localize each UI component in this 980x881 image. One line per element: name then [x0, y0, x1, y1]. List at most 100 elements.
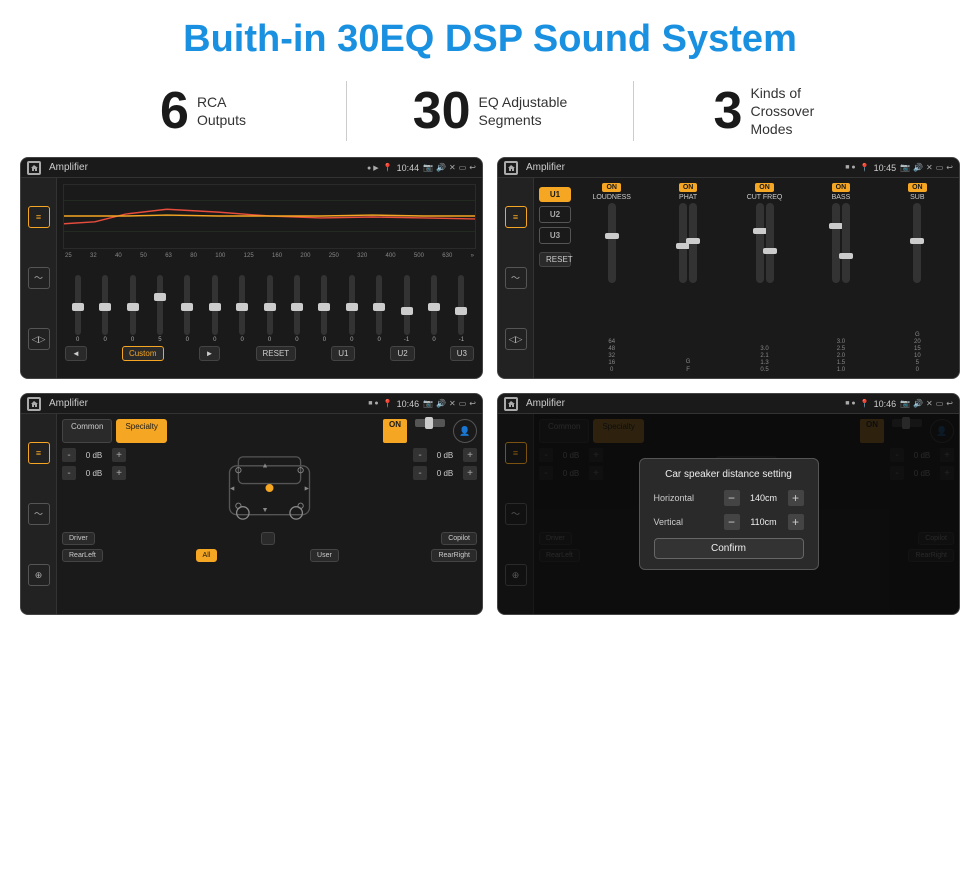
sidebar-wave-icon-2[interactable]: 〜: [505, 267, 527, 289]
vol-minus-2[interactable]: -: [62, 466, 76, 480]
sidebar-vol-icon-2[interactable]: ◁▷: [505, 328, 527, 350]
sidebar-eq-icon-3[interactable]: ≡: [28, 442, 50, 464]
sidebar-eq-icon[interactable]: ≡: [28, 206, 50, 228]
vol-val-3: 0 dB: [430, 451, 460, 460]
sidebar-vol-icon[interactable]: ◁▷: [28, 328, 50, 350]
preset-u3[interactable]: U3: [539, 227, 571, 244]
eq-custom-btn[interactable]: Custom: [122, 346, 164, 361]
vol-plus-4[interactable]: +: [463, 466, 477, 480]
btn-user[interactable]: User: [310, 549, 339, 562]
crossover-main: U1 U2 U3 RESET ON LOUDNESS: [534, 178, 959, 378]
eq-u2-btn[interactable]: U2: [390, 346, 414, 361]
speaker-tabs: Common Specialty ON 👤: [62, 419, 477, 443]
status-bar-3: Amplifier ■ ● 📍 10:46 📷🔊✕▭↩: [21, 394, 482, 414]
eq-u1-btn[interactable]: U1: [331, 346, 355, 361]
tab-common[interactable]: Common: [62, 419, 112, 443]
dialog-vertical-label: Vertical: [654, 517, 684, 527]
fader-slider[interactable]: [415, 419, 445, 427]
status-icons-1: 📷🔊✕▭↩: [423, 163, 476, 172]
eq-main: 25 32 40 50 63 80 100 125 160 200 250 32…: [57, 178, 482, 378]
screen3-title: Amplifier: [49, 398, 364, 409]
screen4-content: ≡ 〜 ⊕ Common Specialty ON 👤: [498, 414, 959, 614]
vol-minus-4[interactable]: -: [413, 466, 427, 480]
dialog-horizontal-plus[interactable]: +: [788, 490, 804, 506]
screen4-title: Amplifier: [526, 398, 841, 409]
slider-10: 0: [339, 275, 364, 343]
screen3-time: 10:46: [397, 399, 420, 409]
dialog-horizontal-minus[interactable]: −: [724, 490, 740, 506]
stat-eq: 30 EQ Adjustable Segments: [347, 85, 633, 137]
btn-all[interactable]: All: [196, 549, 218, 562]
screen2-content: ≡ 〜 ◁▷ U1 U2 U3 RESET ON LOUDNESS: [498, 178, 959, 378]
stat-number-crossover: 3: [714, 85, 743, 137]
slider-14: -1: [449, 275, 474, 343]
sidebar-wave-icon[interactable]: 〜: [28, 267, 50, 289]
stat-label-rca: RCA Outputs: [197, 93, 246, 129]
eq-prev-btn[interactable]: ◄: [65, 346, 87, 361]
stat-label-crossover: Kinds of Crossover Modes: [750, 84, 840, 139]
speaker-btn-row-2: RearLeft All User RearRight: [62, 549, 477, 562]
right-vol-col: - 0 dB + - 0 dB +: [413, 448, 477, 528]
vol-minus-1[interactable]: -: [62, 448, 76, 462]
screen4-time: 10:46: [874, 399, 897, 409]
speaker-profile-icon[interactable]: 👤: [453, 419, 477, 443]
btn-rearright[interactable]: RearRight: [431, 549, 477, 562]
eq-u3-btn[interactable]: U3: [450, 346, 474, 361]
slider-6: 0: [229, 275, 254, 343]
dialog-horizontal-control: − 140cm +: [724, 490, 804, 506]
stat-crossover: 3 Kinds of Crossover Modes: [634, 84, 920, 139]
sidebar-eq-icon-2[interactable]: ≡: [505, 206, 527, 228]
screen-dialog: Amplifier ■ ● 📍 10:46 📷🔊✕▭↩ ≡ 〜 ⊕ Common…: [497, 393, 960, 615]
vol-minus-3[interactable]: -: [413, 448, 427, 462]
screen1-time: 10:44: [397, 163, 420, 173]
slider-5: 0: [202, 275, 227, 343]
screen3-sidebar: ≡ 〜 ⊕: [21, 414, 57, 614]
dialog-vertical-minus[interactable]: −: [724, 514, 740, 530]
crossover-reset[interactable]: RESET: [539, 252, 571, 267]
stats-row: 6 RCA Outputs 30 EQ Adjustable Segments …: [0, 71, 980, 157]
btn-copilot[interactable]: Copilot: [441, 532, 477, 545]
screen-crossover: Amplifier ■ ● 📍 10:45 📷🔊✕▭↩ ≡ 〜 ◁▷ U1 U2…: [497, 157, 960, 379]
page-title: Buith-in 30EQ DSP Sound System: [0, 0, 980, 71]
sidebar-expand-icon-3[interactable]: ⊕: [28, 564, 50, 586]
screen2-time: 10:45: [874, 163, 897, 173]
home-icon: [27, 161, 41, 175]
eq-reset-btn[interactable]: RESET: [256, 346, 297, 361]
eq-sliders: 0 0 0 5 0: [63, 263, 476, 343]
btn-driver[interactable]: Driver: [62, 532, 95, 545]
vol-plus-1[interactable]: +: [112, 448, 126, 462]
preset-u1[interactable]: U1: [539, 187, 571, 202]
status-icons-3: 📷🔊✕▭↩: [423, 399, 476, 408]
screen1-content: ≡ 〜 ◁▷: [21, 178, 482, 378]
loudness-on: ON: [602, 183, 621, 192]
slider-13: 0: [421, 275, 446, 343]
btn-rearleft[interactable]: RearLeft: [62, 549, 103, 562]
dialog-horizontal-row: Horizontal − 140cm +: [654, 490, 804, 506]
vol-plus-3[interactable]: +: [463, 448, 477, 462]
car-diagram: ▲ ▼ ◄ ►: [132, 448, 407, 528]
speaker-btn-row: Driver Copilot: [62, 532, 477, 545]
tab-specialty[interactable]: Specialty: [116, 419, 166, 443]
dialog-box: Car speaker distance setting Horizontal …: [639, 458, 819, 570]
status-icons-4: 📷🔊✕▭↩: [900, 399, 953, 408]
stat-number-eq: 30: [413, 85, 471, 137]
sidebar-wave-icon-3[interactable]: 〜: [28, 503, 50, 525]
col-sub: ON SUB G20151050: [881, 183, 954, 373]
slider-3: 5: [147, 275, 172, 343]
screen-eq: Amplifier ● ▶ 📍 10:44 📷🔊✕▭↩ ≡ 〜 ◁▷: [20, 157, 483, 379]
slider-2: 0: [120, 275, 145, 343]
eq-play-btn[interactable]: ►: [199, 346, 221, 361]
vol-row-1: - 0 dB +: [62, 448, 126, 462]
preset-u2[interactable]: U2: [539, 206, 571, 223]
svg-text:▼: ▼: [262, 506, 269, 514]
screen-speaker: Amplifier ■ ● 📍 10:46 📷🔊✕▭↩ ≡ 〜 ⊕ Common…: [20, 393, 483, 615]
status-bar-1: Amplifier ● ▶ 📍 10:44 📷🔊✕▭↩: [21, 158, 482, 178]
screen1-sidebar: ≡ 〜 ◁▷: [21, 178, 57, 378]
bass-on: ON: [832, 183, 851, 192]
speaker-main: Common Specialty ON 👤 - 0 dB: [57, 414, 482, 614]
dialog-vertical-plus[interactable]: +: [788, 514, 804, 530]
confirm-button[interactable]: Confirm: [654, 538, 804, 559]
status-icons-2: 📷🔊✕▭↩: [900, 163, 953, 172]
stat-label-eq: EQ Adjustable Segments: [479, 93, 568, 129]
vol-plus-2[interactable]: +: [112, 466, 126, 480]
